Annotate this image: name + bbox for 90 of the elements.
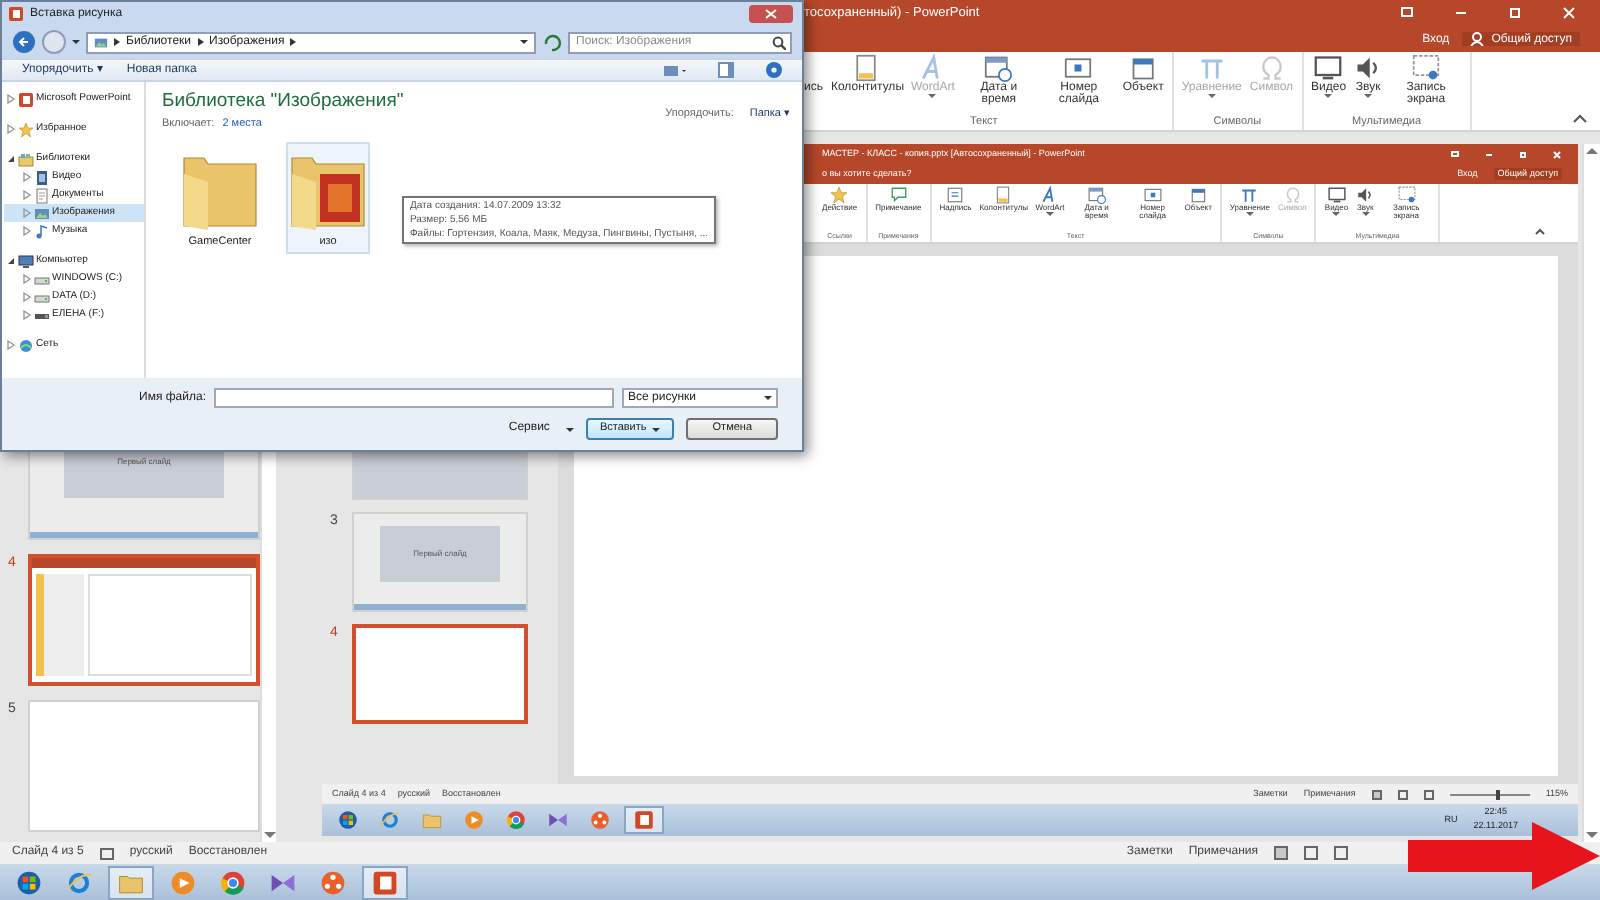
zoom-slider-thumb[interactable] [1495, 789, 1500, 799]
slide-sorter-icon[interactable] [1304, 846, 1318, 860]
folder-icon [422, 810, 442, 830]
powerpoint-icon [634, 810, 654, 830]
normal-view-icon[interactable] [1371, 789, 1382, 799]
caret-icon[interactable] [652, 425, 661, 433]
file-name-field[interactable] [214, 388, 614, 408]
scroll-up-icon[interactable] [1584, 144, 1600, 158]
slide-thumbnail[interactable] [352, 624, 528, 724]
minimize-icon[interactable] [1484, 149, 1494, 159]
slide-sorter-icon[interactable] [1397, 789, 1408, 799]
collapsed-icon[interactable] [6, 94, 16, 104]
chevron-icon[interactable] [114, 38, 120, 46]
bow-tie-icon [548, 810, 568, 830]
browser-icon [66, 869, 92, 895]
hub-icon [320, 869, 346, 895]
scroll-down-icon[interactable] [1584, 828, 1600, 842]
caret-icon [1332, 212, 1341, 217]
pictures-icon [34, 205, 50, 221]
minimize-icon[interactable] [1454, 6, 1468, 20]
wordart-icon [1040, 186, 1059, 204]
caret-icon [1207, 94, 1216, 99]
speaker-icon [1354, 54, 1383, 82]
collapsed-icon[interactable] [6, 124, 16, 134]
pi-icon [1197, 54, 1226, 82]
computer-icon [18, 253, 34, 269]
caret-icon [928, 94, 937, 99]
chrome-icon [506, 810, 526, 830]
powerpoint-icon [8, 6, 24, 22]
chrome-icon [220, 869, 246, 895]
refresh-button[interactable] [542, 32, 562, 52]
back-button[interactable] [12, 30, 36, 54]
taskbar-button[interactable] [108, 865, 154, 899]
media-player-icon [464, 810, 484, 830]
maximize-icon[interactable] [1508, 6, 1522, 20]
hub-icon [590, 810, 610, 830]
ribbon-display-icon[interactable] [1400, 6, 1414, 20]
caret-icon [764, 394, 772, 402]
powerpoint-icon [18, 91, 34, 107]
star-icon [830, 186, 849, 204]
taskbar-button[interactable] [624, 806, 664, 834]
library-icon [18, 151, 34, 167]
close-icon[interactable] [1562, 6, 1576, 20]
media-player-icon [170, 869, 196, 895]
collapsed-icon[interactable] [6, 340, 16, 350]
mini-panel-drawing [36, 574, 84, 676]
network-icon [18, 337, 34, 353]
slide-thumbnail[interactable] [28, 554, 260, 686]
browser-icon [380, 810, 400, 830]
speaker-icon [1356, 186, 1375, 204]
chevron-icon[interactable] [197, 38, 204, 46]
music-icon [34, 223, 50, 239]
library-heading: Библиотека "Изображения" [162, 88, 404, 116]
omega-icon [1257, 54, 1286, 82]
scroll-down-icon[interactable] [262, 828, 278, 842]
pictures-icon [94, 35, 108, 49]
reading-view-icon[interactable] [1423, 789, 1434, 799]
caret-icon [1364, 94, 1373, 99]
dropdown-caret-icon[interactable] [520, 38, 528, 46]
preview-pane-icon[interactable] [718, 62, 734, 78]
taskbar-button[interactable] [362, 865, 408, 899]
caret-icon [1324, 94, 1333, 99]
film-icon [34, 169, 50, 185]
document-icon [34, 187, 50, 203]
pi-icon [1240, 186, 1259, 204]
collapse-ribbon-icon[interactable] [1534, 226, 1546, 236]
help-icon[interactable] [766, 62, 782, 78]
search-icon [772, 35, 786, 49]
start-icon [16, 869, 42, 895]
close-icon[interactable] [1552, 149, 1562, 159]
caret-icon [565, 425, 574, 433]
close-button[interactable] [748, 4, 794, 24]
omega-icon [1283, 186, 1302, 204]
expanded-icon[interactable] [6, 154, 16, 164]
start-icon [338, 810, 358, 830]
caret-icon [1045, 212, 1054, 217]
collapse-ribbon-icon[interactable] [1572, 112, 1588, 124]
spellcheck-icon[interactable] [99, 847, 114, 859]
ribbon-display-icon[interactable] [1450, 149, 1460, 159]
star-icon [18, 121, 34, 137]
expanded-icon[interactable] [6, 256, 16, 266]
history-caret-icon[interactable] [72, 38, 80, 46]
caret-icon [1361, 212, 1370, 217]
chevron-icon[interactable] [290, 38, 297, 46]
maximize-icon[interactable] [1518, 149, 1528, 159]
powerpoint-icon [372, 869, 398, 895]
normal-view-icon[interactable] [1274, 846, 1288, 860]
caret-icon [1245, 212, 1254, 217]
reading-view-icon[interactable] [1334, 846, 1348, 860]
person-icon [1469, 32, 1484, 46]
